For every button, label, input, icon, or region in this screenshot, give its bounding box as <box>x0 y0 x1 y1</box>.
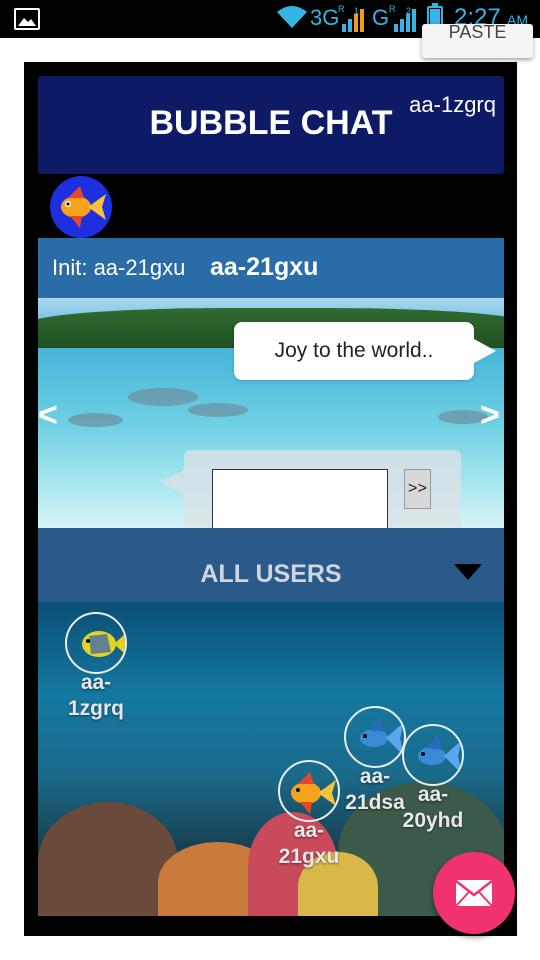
user-node-aa-20yhd[interactable]: aa- 20yhd <box>398 724 468 834</box>
goldfish-icon <box>278 760 340 822</box>
caret-down-icon[interactable] <box>454 564 482 580</box>
user-name: aa- 20yhd <box>402 783 464 832</box>
next-message-button[interactable]: > <box>480 396 500 435</box>
user-name: aa- 1zgrq <box>67 671 124 720</box>
all-users-label: ALL USERS <box>200 560 342 588</box>
network-2-label: G <box>372 5 390 30</box>
signal-icon <box>342 9 364 32</box>
goldfish-icon <box>61 186 106 228</box>
paste-label: PASTE <box>448 24 507 42</box>
fish-shadow <box>128 388 198 406</box>
prev-message-button[interactable]: < <box>38 396 58 435</box>
app-header: BUBBLE CHAT aa-1zgrq <box>38 76 504 174</box>
all-users-dropdown[interactable]: ALL USERS <box>38 528 504 602</box>
compose-fab-button[interactable] <box>433 852 515 934</box>
wifi-icon <box>277 6 307 28</box>
user-name: aa- 21gxu <box>278 819 340 868</box>
user-node-aa-1zgrq[interactable]: aa- 1zgrq <box>61 612 131 722</box>
my-avatar[interactable] <box>50 176 112 238</box>
network-1-label: 3G <box>310 5 340 30</box>
init-bar: Init: aa-21gxu aa-21gxu <box>38 238 504 298</box>
fish-shadow <box>68 413 123 427</box>
init-label: Init: aa-21gxu <box>52 255 186 280</box>
coral-decoration <box>38 802 178 916</box>
paste-button[interactable]: PASTE <box>422 24 533 58</box>
message-bubble: Joy to the world.. <box>234 322 496 380</box>
init-username: aa-21gxu <box>210 253 319 281</box>
message-input[interactable] <box>212 469 388 533</box>
send-button[interactable]: >> <box>404 469 431 509</box>
signal-icon <box>394 9 416 32</box>
betta-fish-icon <box>344 706 406 768</box>
envelope-icon <box>455 880 493 907</box>
current-user-label: aa-1zgrq <box>409 92 496 117</box>
message-text: Joy to the world.. <box>274 339 434 362</box>
angelfish-icon <box>65 612 127 674</box>
user-node-aa-21gxu[interactable]: aa- 21gxu <box>274 760 344 870</box>
image-icon <box>14 8 40 30</box>
fish-shadow <box>188 403 248 417</box>
betta-fish-icon <box>402 724 464 786</box>
